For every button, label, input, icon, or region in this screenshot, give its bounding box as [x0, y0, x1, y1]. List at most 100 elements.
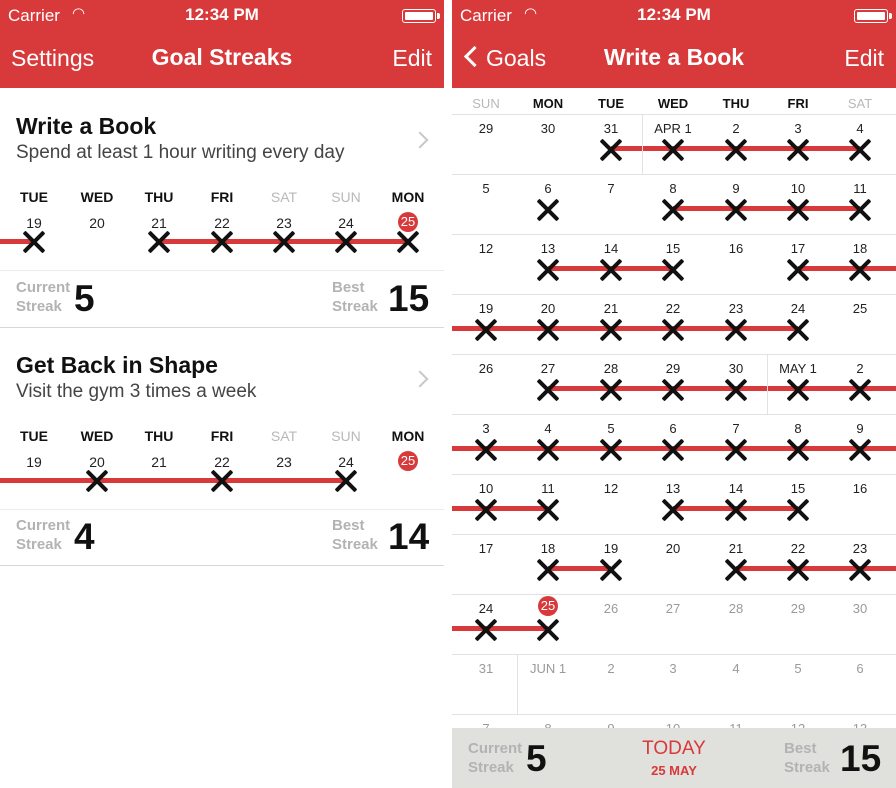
calendar-day[interactable]: 9: [706, 181, 766, 196]
completed-x-icon[interactable]: [848, 558, 872, 582]
completed-x-icon[interactable]: [724, 498, 748, 522]
completed-x-icon[interactable]: [536, 198, 560, 222]
calendar-day[interactable]: 6: [830, 661, 890, 676]
calendar-day[interactable]: 2: [830, 361, 890, 376]
goal-card-get-back-in-shape[interactable]: Get Back in Shape Visit the gym 3 times …: [0, 328, 444, 566]
calendar-day[interactable]: 5: [581, 421, 641, 436]
calendar-day[interactable]: 7: [706, 421, 766, 436]
calendar-day[interactable]: 8: [643, 181, 703, 196]
calendar-day[interactable]: 3: [768, 121, 828, 136]
completed-x-icon[interactable]: [786, 138, 810, 162]
calendar-day[interactable]: 16: [830, 481, 890, 496]
today-marker[interactable]: 25: [538, 596, 558, 616]
completed-x-icon[interactable]: [474, 618, 498, 642]
calendar-day[interactable]: 5: [768, 661, 828, 676]
calendar-day[interactable]: 20: [643, 541, 703, 556]
calendar-day[interactable]: 18: [518, 541, 578, 556]
completed-x-icon[interactable]: [536, 558, 560, 582]
calendar-day[interactable]: 28: [706, 601, 766, 616]
completed-x-icon[interactable]: [848, 198, 872, 222]
calendar-day[interactable]: 6: [518, 181, 578, 196]
calendar-day[interactable]: 14: [581, 241, 641, 256]
calendar-day[interactable]: 13: [518, 241, 578, 256]
completed-x-icon[interactable]: [536, 438, 560, 462]
completed-x-icon[interactable]: [661, 498, 685, 522]
completed-x-icon[interactable]: [661, 138, 685, 162]
completed-x-icon[interactable]: [724, 558, 748, 582]
completed-x-icon[interactable]: [724, 138, 748, 162]
completed-x-icon[interactable]: [786, 318, 810, 342]
completed-x-icon[interactable]: [786, 258, 810, 282]
calendar-day[interactable]: 15: [768, 481, 828, 496]
completed-x-icon[interactable]: [661, 378, 685, 402]
calendar-day[interactable]: 29: [768, 601, 828, 616]
calendar-day[interactable]: 4: [518, 421, 578, 436]
completed-x-icon[interactable]: [848, 378, 872, 402]
edit-button[interactable]: Edit: [844, 45, 884, 72]
calendar-day[interactable]: 2: [706, 121, 766, 136]
calendar-day[interactable]: 25: [830, 301, 890, 316]
calendar-day[interactable]: 11: [830, 181, 890, 196]
completed-x-icon[interactable]: [334, 469, 358, 493]
calendar-day[interactable]: 14: [706, 481, 766, 496]
calendar-day[interactable]: JUN 1: [518, 661, 578, 676]
calendar-day[interactable]: 30: [706, 361, 766, 376]
calendar-day[interactable]: 28: [581, 361, 641, 376]
completed-x-icon[interactable]: [536, 498, 560, 522]
calendar-day[interactable]: 9: [830, 421, 890, 436]
calendar-day[interactable]: 27: [518, 361, 578, 376]
calendar-day[interactable]: 4: [830, 121, 890, 136]
calendar-day[interactable]: 20: [518, 301, 578, 316]
calendar-day[interactable]: 11: [518, 481, 578, 496]
completed-x-icon[interactable]: [474, 318, 498, 342]
completed-x-icon[interactable]: [85, 469, 109, 493]
completed-x-icon[interactable]: [724, 378, 748, 402]
calendar-day[interactable]: 13: [643, 481, 703, 496]
completed-x-icon[interactable]: [599, 378, 623, 402]
calendar-day[interactable]: 29: [643, 361, 703, 376]
completed-x-icon[interactable]: [599, 138, 623, 162]
completed-x-icon[interactable]: [848, 258, 872, 282]
calendar-day[interactable]: 24: [768, 301, 828, 316]
completed-x-icon[interactable]: [536, 258, 560, 282]
calendar-day[interactable]: APR 1: [643, 121, 703, 136]
calendar-day[interactable]: 4: [706, 661, 766, 676]
calendar-day[interactable]: 12: [456, 241, 516, 256]
edit-button[interactable]: Edit: [392, 45, 432, 72]
calendar-day[interactable]: 19: [581, 541, 641, 556]
completed-x-icon[interactable]: [272, 230, 296, 254]
calendar-day[interactable]: 16: [706, 241, 766, 256]
completed-x-icon[interactable]: [210, 469, 234, 493]
completed-x-icon[interactable]: [599, 258, 623, 282]
calendar-day[interactable]: 30: [830, 601, 890, 616]
calendar-day[interactable]: 10: [768, 181, 828, 196]
completed-x-icon[interactable]: [786, 438, 810, 462]
completed-x-icon[interactable]: [661, 318, 685, 342]
calendar-day[interactable]: 24: [456, 601, 516, 616]
calendar-day[interactable]: 5: [456, 181, 516, 196]
calendar-day[interactable]: 18: [830, 241, 890, 256]
completed-x-icon[interactable]: [786, 378, 810, 402]
completed-x-icon[interactable]: [536, 618, 560, 642]
completed-x-icon[interactable]: [599, 438, 623, 462]
calendar-day[interactable]: MAY 1: [768, 361, 828, 376]
calendar-day[interactable]: 15: [643, 241, 703, 256]
completed-x-icon[interactable]: [210, 230, 234, 254]
calendar-day[interactable]: 27: [643, 601, 703, 616]
calendar-day[interactable]: 31: [456, 661, 516, 676]
completed-x-icon[interactable]: [22, 230, 46, 254]
completed-x-icon[interactable]: [661, 198, 685, 222]
calendar-day[interactable]: 22: [643, 301, 703, 316]
completed-x-icon[interactable]: [786, 198, 810, 222]
calendar-day[interactable]: 19: [456, 301, 516, 316]
calendar-day[interactable]: 3: [456, 421, 516, 436]
calendar-day[interactable]: 21: [706, 541, 766, 556]
calendar-day[interactable]: 23: [830, 541, 890, 556]
completed-x-icon[interactable]: [848, 138, 872, 162]
completed-x-icon[interactable]: [536, 378, 560, 402]
calendar-day[interactable]: 7: [581, 181, 641, 196]
calendar-day[interactable]: 2: [581, 661, 641, 676]
completed-x-icon[interactable]: [599, 318, 623, 342]
completed-x-icon[interactable]: [661, 438, 685, 462]
calendar-day[interactable]: 6: [643, 421, 703, 436]
